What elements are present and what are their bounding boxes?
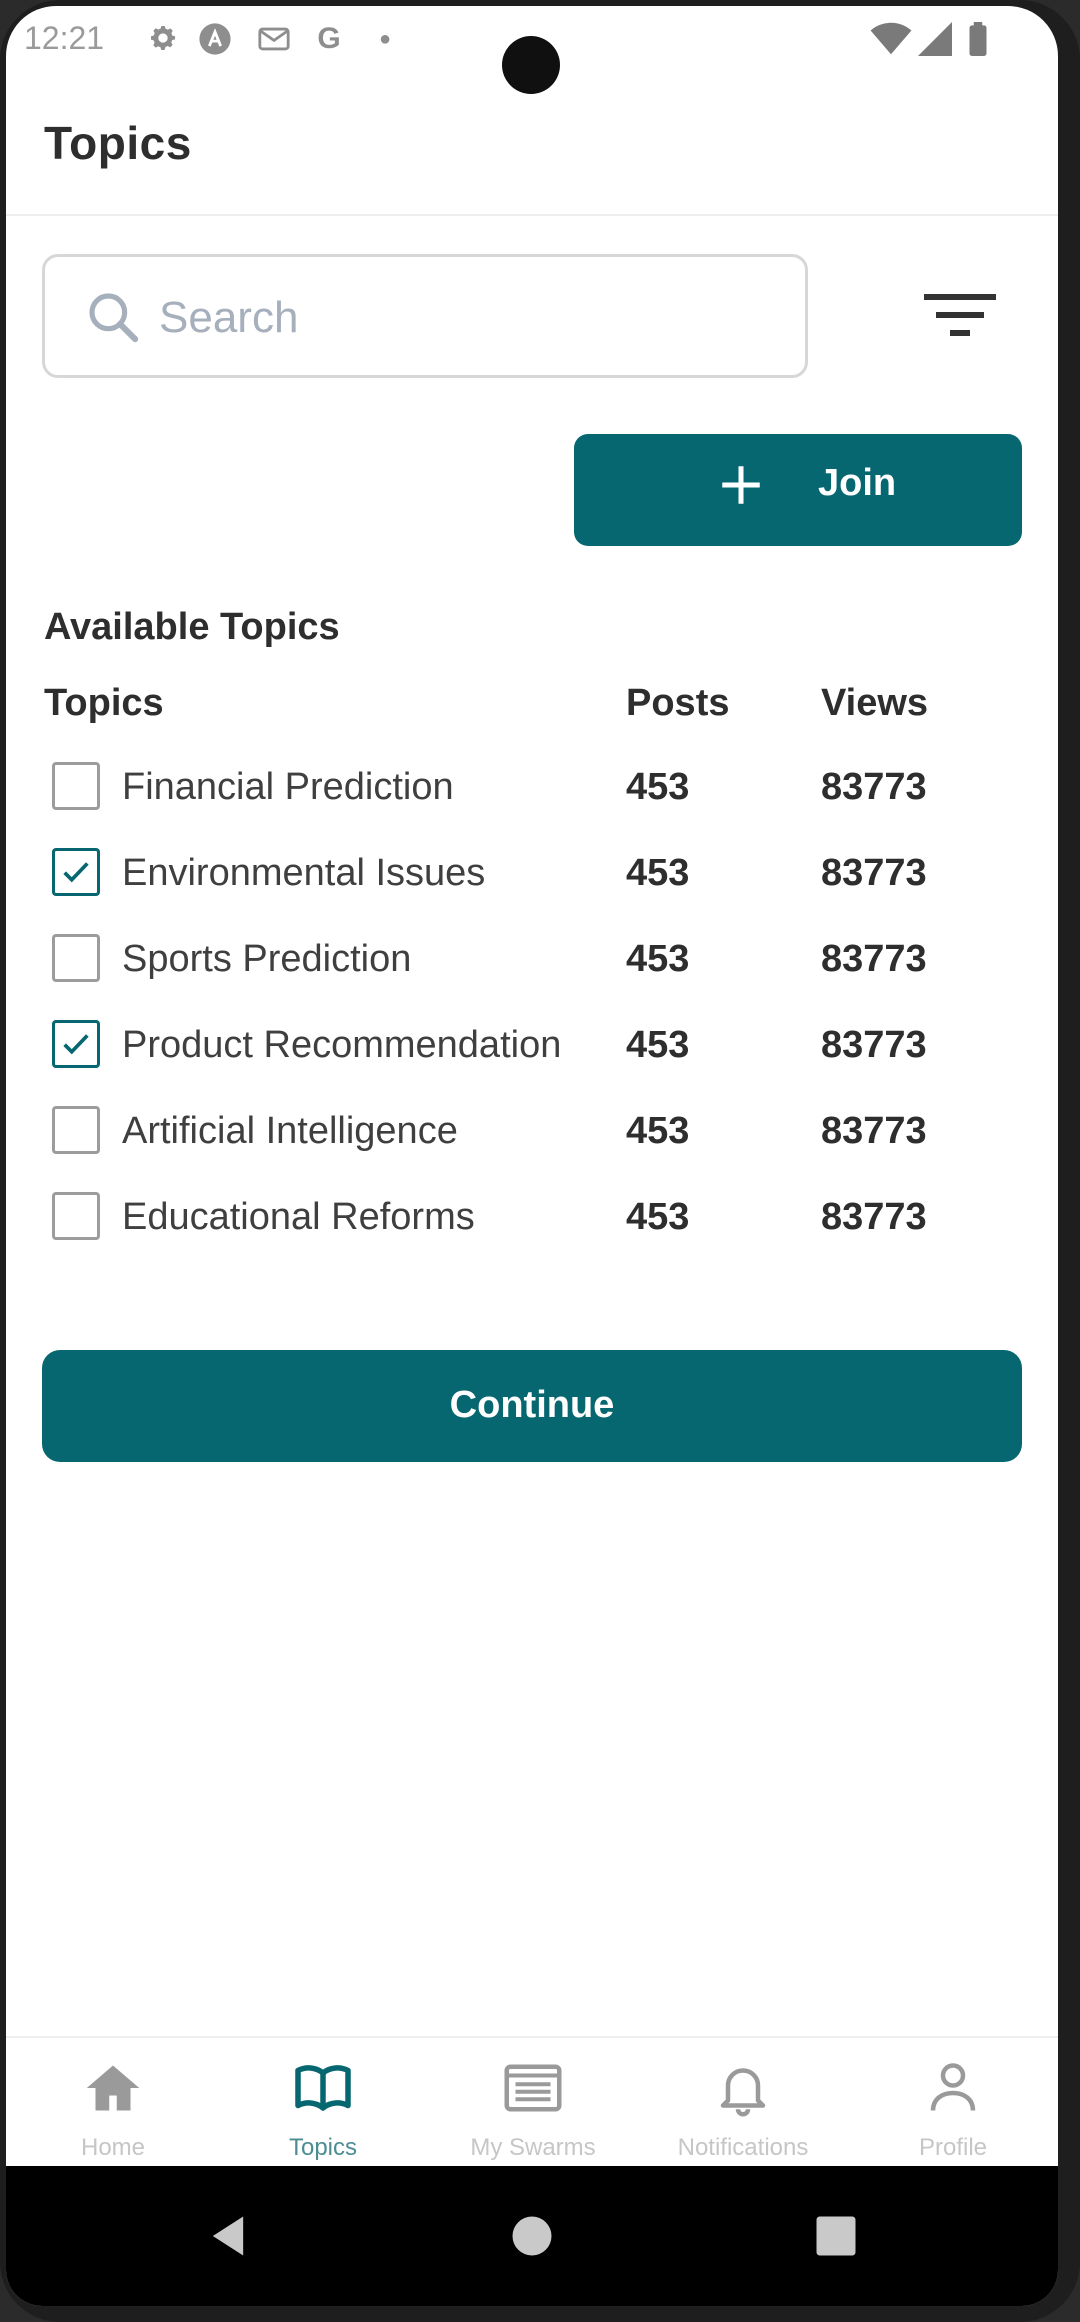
- camera-cutout: [502, 36, 560, 94]
- wifi-icon: [870, 22, 912, 55]
- topic-checkbox[interactable]: [52, 848, 100, 896]
- google-g-icon: G: [317, 22, 341, 55]
- topic-views: 83773: [821, 766, 927, 808]
- nav-item-profile[interactable]: Profile: [848, 2038, 1058, 2168]
- section-title: Available Topics: [44, 606, 340, 648]
- nav-item-home[interactable]: Home: [8, 2038, 218, 2168]
- home-icon: [86, 2065, 140, 2111]
- signal-icon: [918, 22, 952, 56]
- continue-button-label: Continue: [449, 1384, 615, 1426]
- continue-button[interactable]: Continue: [42, 1350, 1022, 1462]
- bell-icon: [720, 2068, 766, 2117]
- table-row: Educational Reforms 453 83773: [6, 1192, 1058, 1278]
- search-box[interactable]: [42, 254, 808, 378]
- topic-name: Sports Prediction: [122, 938, 412, 980]
- topic-views: 83773: [821, 938, 927, 980]
- nav-label: Topics: [288, 2134, 358, 2161]
- join-button-label: Join: [818, 462, 897, 504]
- topic-name: Artificial Intelligence: [122, 1110, 458, 1152]
- topic-name: Environmental Issues: [122, 852, 486, 894]
- bottom-nav: Home Topics My Swarms Notifications Prof…: [6, 2036, 1058, 2168]
- search-input[interactable]: [157, 283, 761, 353]
- status-bar: 12:21 G ●: [6, 6, 1058, 94]
- device-frame: 12:21 G ● Topics Search Join Available T…: [0, 0, 1080, 2322]
- mail-icon: [256, 22, 290, 56]
- topic-views: 83773: [821, 852, 927, 894]
- table-row: Product Recommendation 453 83773: [6, 1020, 1058, 1106]
- nav-item-notifications[interactable]: Notifications: [638, 2038, 848, 2168]
- page-title: Topics: [44, 117, 192, 169]
- column-header-topics: Topics: [44, 682, 164, 724]
- nav-item-my-swarms[interactable]: My Swarms: [428, 2038, 638, 2168]
- column-header-posts: Posts: [626, 682, 730, 724]
- search-icon: [89, 293, 139, 343]
- nav-label: My Swarms: [470, 2134, 596, 2161]
- app-screen: 12:21 G ● Topics Search Join Available T…: [6, 6, 1058, 2306]
- topic-checkbox[interactable]: [52, 1020, 100, 1068]
- home-circle-icon[interactable]: [506, 2210, 558, 2262]
- topic-checkbox[interactable]: [52, 762, 100, 810]
- book-icon: [295, 2065, 351, 2111]
- recents-icon[interactable]: [810, 2210, 862, 2262]
- plus-icon: [722, 466, 760, 504]
- topic-checkbox[interactable]: [52, 1192, 100, 1240]
- a-circle-icon: [198, 22, 232, 56]
- table-row: Sports Prediction 453 83773: [6, 934, 1058, 1020]
- topic-checkbox[interactable]: [52, 1106, 100, 1154]
- status-time: 12:21: [24, 20, 105, 56]
- topic-posts: 453: [626, 1196, 690, 1238]
- topic-name: Product Recommendation: [122, 1024, 562, 1066]
- gear-icon: [146, 22, 180, 56]
- list-icon: [504, 2064, 562, 2112]
- topic-posts: 453: [626, 938, 690, 980]
- topic-posts: 453: [626, 766, 690, 808]
- join-button[interactable]: Join: [574, 434, 1022, 546]
- topic-posts: 453: [626, 852, 690, 894]
- topic-posts: 453: [626, 1024, 690, 1066]
- topic-views: 83773: [821, 1024, 927, 1066]
- person-icon: [930, 2063, 976, 2111]
- topic-name: Financial Prediction: [122, 766, 454, 808]
- column-header-views: Views: [821, 682, 929, 724]
- header-divider: [6, 214, 1058, 216]
- nav-label: Notifications: [677, 2134, 809, 2161]
- dot-icon: ●: [378, 28, 392, 50]
- topic-views: 83773: [821, 1196, 927, 1238]
- nav-label: Home: [80, 2134, 146, 2161]
- topic-posts: 453: [626, 1110, 690, 1152]
- nav-item-topics[interactable]: Topics: [218, 2038, 428, 2168]
- table-row: Artificial Intelligence 453 83773: [6, 1106, 1058, 1192]
- table-row: Financial Prediction 453 83773: [6, 762, 1058, 848]
- filter-icon[interactable]: [924, 290, 996, 342]
- nav-label: Profile: [918, 2134, 988, 2161]
- battery-icon: [969, 22, 987, 56]
- topic-views: 83773: [821, 1110, 927, 1152]
- back-icon[interactable]: [202, 2210, 254, 2262]
- table-row: Environmental Issues 453 83773: [6, 848, 1058, 934]
- system-nav-bar: [6, 2166, 1058, 2306]
- topic-name: Educational Reforms: [122, 1196, 475, 1238]
- topic-checkbox[interactable]: [52, 934, 100, 982]
